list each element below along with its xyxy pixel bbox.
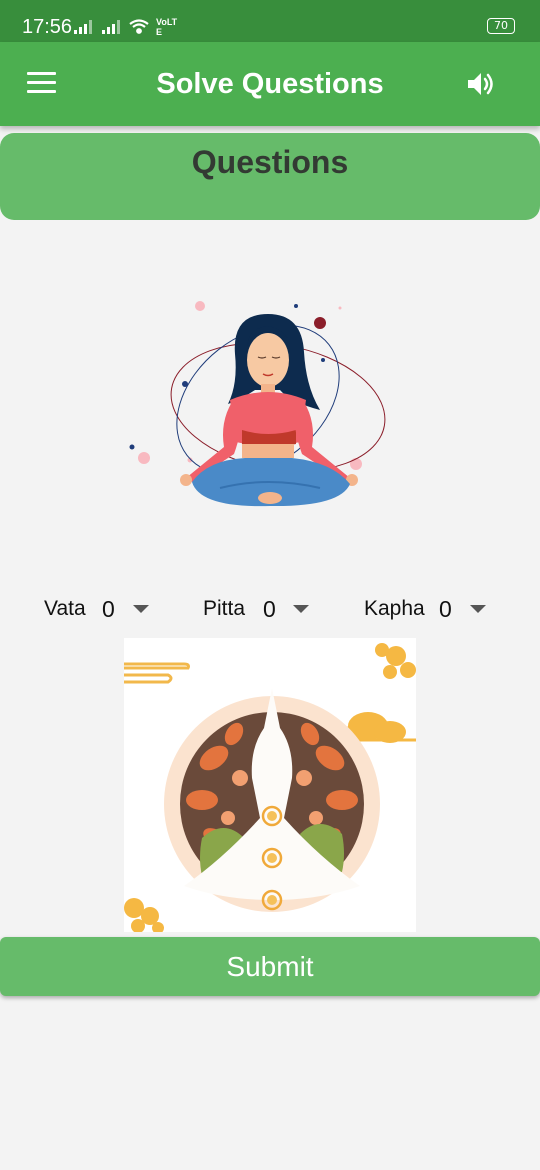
dosha-vata: Vata 0 — [44, 592, 154, 626]
dosha-kapha: Kapha 0 — [364, 592, 494, 626]
signal-icon — [74, 20, 92, 34]
pitta-dropdown-value[interactable]: 0 — [263, 592, 276, 626]
signal-icon-2 — [102, 20, 120, 34]
dosha-pitta: Pitta 0 — [203, 592, 313, 626]
app-bar: Solve Questions — [0, 42, 540, 126]
status-time: 17:56 — [22, 16, 73, 38]
status-bar: 17:56 VoLTE 70 — [0, 0, 540, 42]
kapha-dropdown-value[interactable]: 0 — [439, 592, 452, 626]
dosha-selector-row: Vata 0 Pitta 0 Kapha 0 — [0, 592, 540, 626]
chevron-down-icon[interactable] — [470, 605, 486, 613]
yoga-chakra-illustration — [124, 638, 416, 932]
wifi-icon — [129, 19, 149, 34]
battery-indicator: 70 — [487, 18, 515, 34]
volte-label: VoLTE — [156, 17, 178, 37]
chevron-down-icon[interactable] — [293, 605, 309, 613]
vata-dropdown-value[interactable]: 0 — [102, 592, 115, 626]
submit-button[interactable]: Submit — [0, 937, 540, 996]
volume-icon[interactable] — [465, 69, 495, 99]
chevron-down-icon[interactable] — [133, 605, 149, 613]
dosha-label-pitta: Pitta — [203, 597, 246, 620]
yoga-chakra-graphic — [124, 643, 416, 932]
page-title: Solve Questions — [156, 68, 384, 100]
section-title: Questions — [191, 144, 349, 180]
dosha-label-vata: Vata — [44, 597, 86, 620]
meditating-woman-illustration — [129, 301, 386, 507]
dosha-label-kapha: Kapha — [364, 597, 425, 620]
